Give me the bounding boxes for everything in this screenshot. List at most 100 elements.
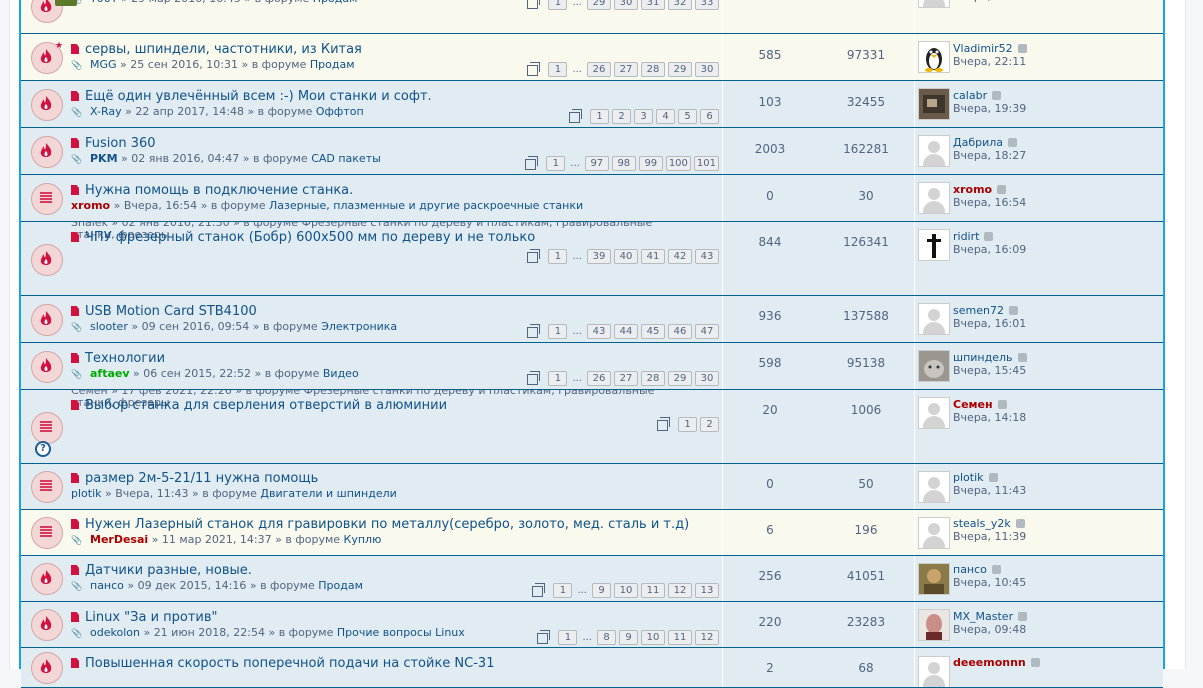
view-latest-post-icon[interactable] bbox=[992, 91, 1002, 100]
topic-title[interactable]: размер 2м-5-21/11 нужна помощь bbox=[85, 471, 318, 486]
page-link[interactable]: 1 bbox=[678, 417, 697, 432]
page-link[interactable]: 47 bbox=[695, 324, 719, 339]
page-link[interactable]: 1 bbox=[548, 0, 568, 10]
page-link[interactable]: 32 bbox=[668, 0, 692, 10]
view-latest-post-icon[interactable] bbox=[1017, 44, 1027, 53]
view-latest-post-icon[interactable] bbox=[997, 400, 1007, 409]
new-post-icon[interactable] bbox=[71, 232, 79, 242]
page-link[interactable]: 33 bbox=[695, 0, 719, 10]
page-link[interactable]: 11 bbox=[668, 630, 692, 645]
page-link[interactable]: 29 bbox=[587, 0, 611, 10]
last-post-user[interactable]: пансо bbox=[953, 563, 1001, 576]
page-link[interactable]: 100 bbox=[665, 156, 691, 171]
page-link[interactable]: 30 bbox=[695, 62, 719, 77]
topic-title[interactable]: Linux "За и против" bbox=[85, 610, 218, 625]
page-link[interactable]: 11 bbox=[641, 583, 665, 598]
avatar[interactable] bbox=[918, 609, 950, 641]
topic-title-link[interactable]: USB Motion Card STB4100 bbox=[71, 304, 257, 319]
last-post-user[interactable]: Дабрила bbox=[953, 136, 1018, 149]
page-link[interactable]: 42 bbox=[668, 249, 692, 264]
avatar[interactable] bbox=[918, 88, 950, 120]
page-link[interactable]: 43 bbox=[587, 324, 611, 339]
last-post-user[interactable]: semen72 bbox=[953, 304, 1018, 317]
page-link[interactable]: 1 bbox=[548, 324, 568, 339]
topic-title-link[interactable]: Ещё один увлечённый всем :-) Мои станки … bbox=[71, 89, 432, 104]
page-link[interactable]: 1 bbox=[548, 62, 568, 77]
view-latest-post-icon[interactable] bbox=[997, 185, 1007, 194]
topic-author[interactable]: odekolon bbox=[90, 626, 140, 639]
last-post-username[interactable]: шпиндель bbox=[953, 351, 1013, 364]
topic-title-link[interactable]: размер 2м-5-21/11 нужна помощь bbox=[71, 471, 318, 486]
topic-author[interactable]: PKM bbox=[90, 152, 118, 165]
last-post-username[interactable]: semen72 bbox=[953, 304, 1004, 317]
topic-title-link[interactable]: Linux "За и против" bbox=[71, 610, 218, 625]
last-post-username[interactable]: steals_y2k bbox=[953, 517, 1011, 530]
view-latest-post-icon[interactable] bbox=[1030, 658, 1040, 667]
view-latest-post-icon[interactable] bbox=[991, 565, 1001, 574]
topic-forum-link[interactable]: Куплю bbox=[344, 533, 382, 546]
last-post-user[interactable]: шпиндель bbox=[953, 351, 1027, 364]
topic-author[interactable]: MerDesai bbox=[90, 533, 148, 546]
page-link[interactable]: 2 bbox=[700, 417, 719, 432]
topic-forum-link[interactable]: Прочие вопросы Linux bbox=[337, 626, 465, 639]
page-link[interactable]: 3 bbox=[634, 109, 653, 124]
last-post-username[interactable]: Семен bbox=[953, 398, 993, 411]
page-link[interactable]: 29 bbox=[668, 62, 692, 77]
page-link[interactable]: 31 bbox=[641, 0, 665, 10]
last-post-user[interactable]: xromo bbox=[953, 183, 1007, 196]
page-link[interactable]: 1 bbox=[590, 109, 609, 124]
page-link[interactable]: 26 bbox=[587, 371, 611, 386]
avatar[interactable] bbox=[918, 303, 950, 335]
page-link[interactable]: 1 bbox=[558, 630, 578, 645]
page-link[interactable]: 6 bbox=[700, 109, 719, 124]
topic-title-link[interactable]: ЧПУ фрезерный станок (Бобр) 600х500 мм п… bbox=[71, 230, 535, 245]
new-post-icon[interactable] bbox=[71, 658, 79, 668]
topic-forum-link[interactable]: Лазерные, плазменные и другие раскроечны… bbox=[269, 199, 583, 212]
avatar[interactable] bbox=[918, 229, 950, 261]
avatar[interactable] bbox=[918, 135, 950, 167]
page-link[interactable]: 28 bbox=[641, 62, 665, 77]
topic-title[interactable]: USB Motion Card STB4100 bbox=[85, 304, 257, 319]
last-post-user[interactable]: Vladimir52 bbox=[953, 42, 1027, 55]
page-link[interactable]: 12 bbox=[668, 583, 692, 598]
help-icon[interactable]: ? bbox=[35, 441, 51, 457]
new-post-icon[interactable] bbox=[71, 185, 79, 195]
page-link[interactable]: 29 bbox=[668, 371, 692, 386]
topic-forum-link[interactable]: Видео bbox=[323, 367, 359, 380]
topic-title[interactable]: Нужен Лазерный станок для гравировки по … bbox=[85, 517, 689, 532]
new-post-icon[interactable] bbox=[71, 473, 79, 483]
page-link[interactable]: 41 bbox=[641, 249, 665, 264]
page-link[interactable]: 1 bbox=[548, 249, 568, 264]
page-link[interactable]: 40 bbox=[614, 249, 638, 264]
topic-title[interactable]: Выбор станка для сверления отверстий в а… bbox=[85, 398, 447, 413]
last-post-username[interactable]: deeemonnn bbox=[953, 656, 1026, 669]
last-post-user[interactable]: plotik bbox=[953, 471, 998, 484]
page-link[interactable]: 10 bbox=[641, 630, 665, 645]
page-link[interactable]: 39 bbox=[587, 249, 611, 264]
view-latest-post-icon[interactable] bbox=[988, 473, 998, 482]
page-link[interactable]: 4 bbox=[656, 109, 675, 124]
topic-author[interactable]: xromo bbox=[71, 199, 110, 212]
topic-title[interactable]: Fusion 360 bbox=[85, 136, 156, 151]
last-post-user[interactable]: MX_Master bbox=[953, 610, 1028, 623]
page-link[interactable]: 44 bbox=[614, 324, 638, 339]
topic-forum-link[interactable]: Продам bbox=[313, 0, 358, 5]
topic-title[interactable]: сервы, шпиндели, частотники, из Китая bbox=[85, 42, 362, 57]
topic-forum-link[interactable]: Двигатели и шпиндели bbox=[260, 487, 396, 500]
topic-title-link[interactable]: Датчики разные, новые. bbox=[71, 563, 252, 578]
view-latest-post-icon[interactable] bbox=[1017, 353, 1027, 362]
page-link[interactable]: 13 bbox=[695, 583, 719, 598]
page-link[interactable]: 5 bbox=[678, 109, 697, 124]
page-link[interactable]: 1 bbox=[553, 583, 573, 598]
page-link[interactable]: 1 bbox=[546, 156, 566, 171]
topic-title[interactable]: Технологии bbox=[85, 351, 165, 366]
new-post-icon[interactable] bbox=[71, 519, 79, 529]
new-post-icon[interactable] bbox=[71, 612, 79, 622]
topic-title[interactable]: ЧПУ фрезерный станок (Бобр) 600х500 мм п… bbox=[85, 230, 535, 245]
topic-title[interactable]: Датчики разные, новые. bbox=[85, 563, 252, 578]
topic-title-link[interactable]: Выбор станка для сверления отверстий в а… bbox=[71, 398, 447, 413]
page-link[interactable]: 101 bbox=[693, 156, 719, 171]
page-link[interactable]: 8 bbox=[597, 630, 616, 645]
avatar[interactable] bbox=[918, 563, 950, 595]
page-link[interactable]: 2 bbox=[612, 109, 631, 124]
